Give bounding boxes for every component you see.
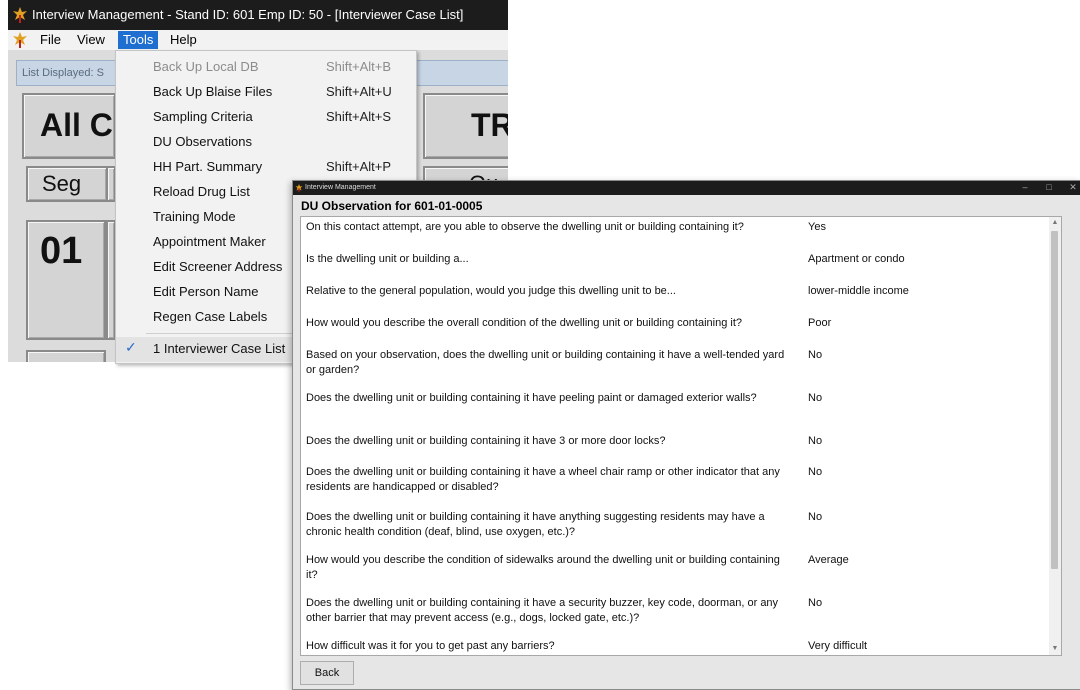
scrollbar-thumb[interactable] [1051, 231, 1058, 569]
list-displayed-label: List Displayed: S [22, 67, 104, 79]
app-logo-icon [295, 184, 303, 192]
observation-question: Does the dwelling unit or building conta… [306, 392, 757, 404]
observation-answer: Yes [808, 221, 826, 233]
menubar: File View Tools Help [8, 30, 508, 50]
all-cases-label: All C [40, 107, 113, 143]
checkmark-icon: ✓ [125, 339, 137, 355]
du-observation-window: Interview Management – □ ✕ DU Observatio… [292, 180, 1080, 690]
menu-view[interactable]: View [72, 31, 110, 49]
menu-item-back-up-local-db[interactable]: Back Up Local DB Shift+Alt+B [116, 55, 416, 80]
menu-item-hh-part-summary[interactable]: HH Part. Summary Shift+Alt+P [116, 155, 416, 180]
app-logo-icon [13, 32, 27, 48]
case-list-titlebar: Interview Management - Stand ID: 601 Emp… [8, 0, 508, 30]
du-observation-titlebar: Interview Management – □ ✕ [293, 181, 1080, 195]
case-tile-03[interactable] [26, 350, 106, 362]
menu-item-shortcut: Shift+Alt+S [326, 109, 392, 124]
observation-answer: No [808, 597, 823, 609]
observation-answer: Very difficult [808, 640, 868, 652]
scroll-down-icon[interactable]: ▼ [1049, 643, 1061, 655]
back-button[interactable]: Back [300, 661, 354, 685]
maximize-icon[interactable]: □ [1041, 181, 1057, 195]
observation-question: How difficult was it for you to get past… [306, 640, 555, 652]
observation-answer: No [808, 435, 823, 447]
observation-answer: Poor [808, 317, 832, 329]
menu-item-shortcut: Shift+Alt+U [326, 84, 392, 99]
observation-answer: No [808, 392, 823, 404]
observation-question: On this contact attempt, are you able to… [306, 221, 744, 233]
app-logo-icon [13, 7, 27, 23]
menu-item-label: Back Up Blaise Files [153, 84, 273, 99]
menu-item-label: Appointment Maker [153, 234, 266, 249]
case-tile-01-label: 01 [40, 230, 83, 272]
vertical-scrollbar[interactable]: ▲ ▼ [1049, 217, 1061, 655]
menu-item-back-up-blaise-files[interactable]: Back Up Blaise Files Shift+Alt+U [116, 80, 416, 105]
observation-question: How would you describe the overall condi… [306, 317, 742, 329]
observation-question: Does the dwelling unit or building conta… [306, 466, 780, 493]
page-title: DU Observation for 601-01-0005 [301, 199, 483, 213]
minimize-icon[interactable]: – [1017, 181, 1033, 195]
menu-item-label: DU Observations [153, 134, 252, 149]
case-tile-01[interactable]: 01 [26, 220, 106, 340]
seg-button[interactable]: Seg [26, 166, 108, 202]
du-observation-window-title: Interview Management [305, 184, 376, 191]
observation-question: Does the dwelling unit or building conta… [306, 597, 779, 624]
menu-item-label: Reload Drug List [153, 184, 250, 199]
menu-item-shortcut: Shift+Alt+B [326, 59, 392, 74]
menu-item-label: Edit Person Name [153, 284, 259, 299]
observation-question: Based on your observation, does the dwel… [306, 349, 785, 376]
menu-help[interactable]: Help [165, 31, 202, 49]
observation-question: Is the dwelling unit or building a... [306, 253, 469, 265]
case-list-title: Interview Management - Stand ID: 601 Emp… [32, 7, 464, 22]
close-icon[interactable]: ✕ [1065, 181, 1080, 195]
observation-answer: Average [808, 554, 849, 566]
tr-button[interactable]: TR [423, 93, 508, 159]
menu-tools[interactable]: Tools [118, 31, 159, 49]
menu-file[interactable]: File [35, 31, 66, 49]
menu-item-label: Sampling Criteria [153, 109, 253, 124]
menu-item-sampling-criteria[interactable]: Sampling Criteria Shift+Alt+S [116, 105, 416, 130]
observation-answer: No [808, 466, 823, 478]
tr-label: TR [471, 107, 508, 143]
scroll-up-icon[interactable]: ▲ [1049, 217, 1061, 229]
menu-item-label: 1 Interviewer Case List [153, 341, 286, 356]
seg-label: Seg [42, 171, 82, 196]
observation-question: Does the dwelling unit or building conta… [306, 435, 666, 447]
observation-answer: No [808, 511, 823, 523]
observation-question: Relative to the general population, woul… [306, 285, 676, 297]
menu-item-label: HH Part. Summary [153, 159, 263, 174]
menu-item-shortcut: Shift+Alt+P [326, 159, 392, 174]
observation-answer: Apartment or condo [808, 253, 905, 265]
all-cases-button[interactable]: All C [22, 93, 116, 159]
observation-list[interactable]: On this contact attempt, are you able to… [300, 216, 1062, 656]
menu-item-label: Back Up Local DB [153, 59, 259, 74]
menu-item-du-observations[interactable]: DU Observations [116, 130, 416, 155]
observation-answer: lower-middle income [808, 285, 909, 297]
observation-question: How would you describe the condition of … [306, 554, 780, 581]
observation-question: Does the dwelling unit or building conta… [306, 511, 765, 538]
menu-item-label: Edit Screener Address [153, 259, 283, 274]
observation-answer: No [808, 349, 823, 361]
menu-item-label: Regen Case Labels [153, 309, 268, 324]
menu-item-label: Training Mode [153, 209, 236, 224]
